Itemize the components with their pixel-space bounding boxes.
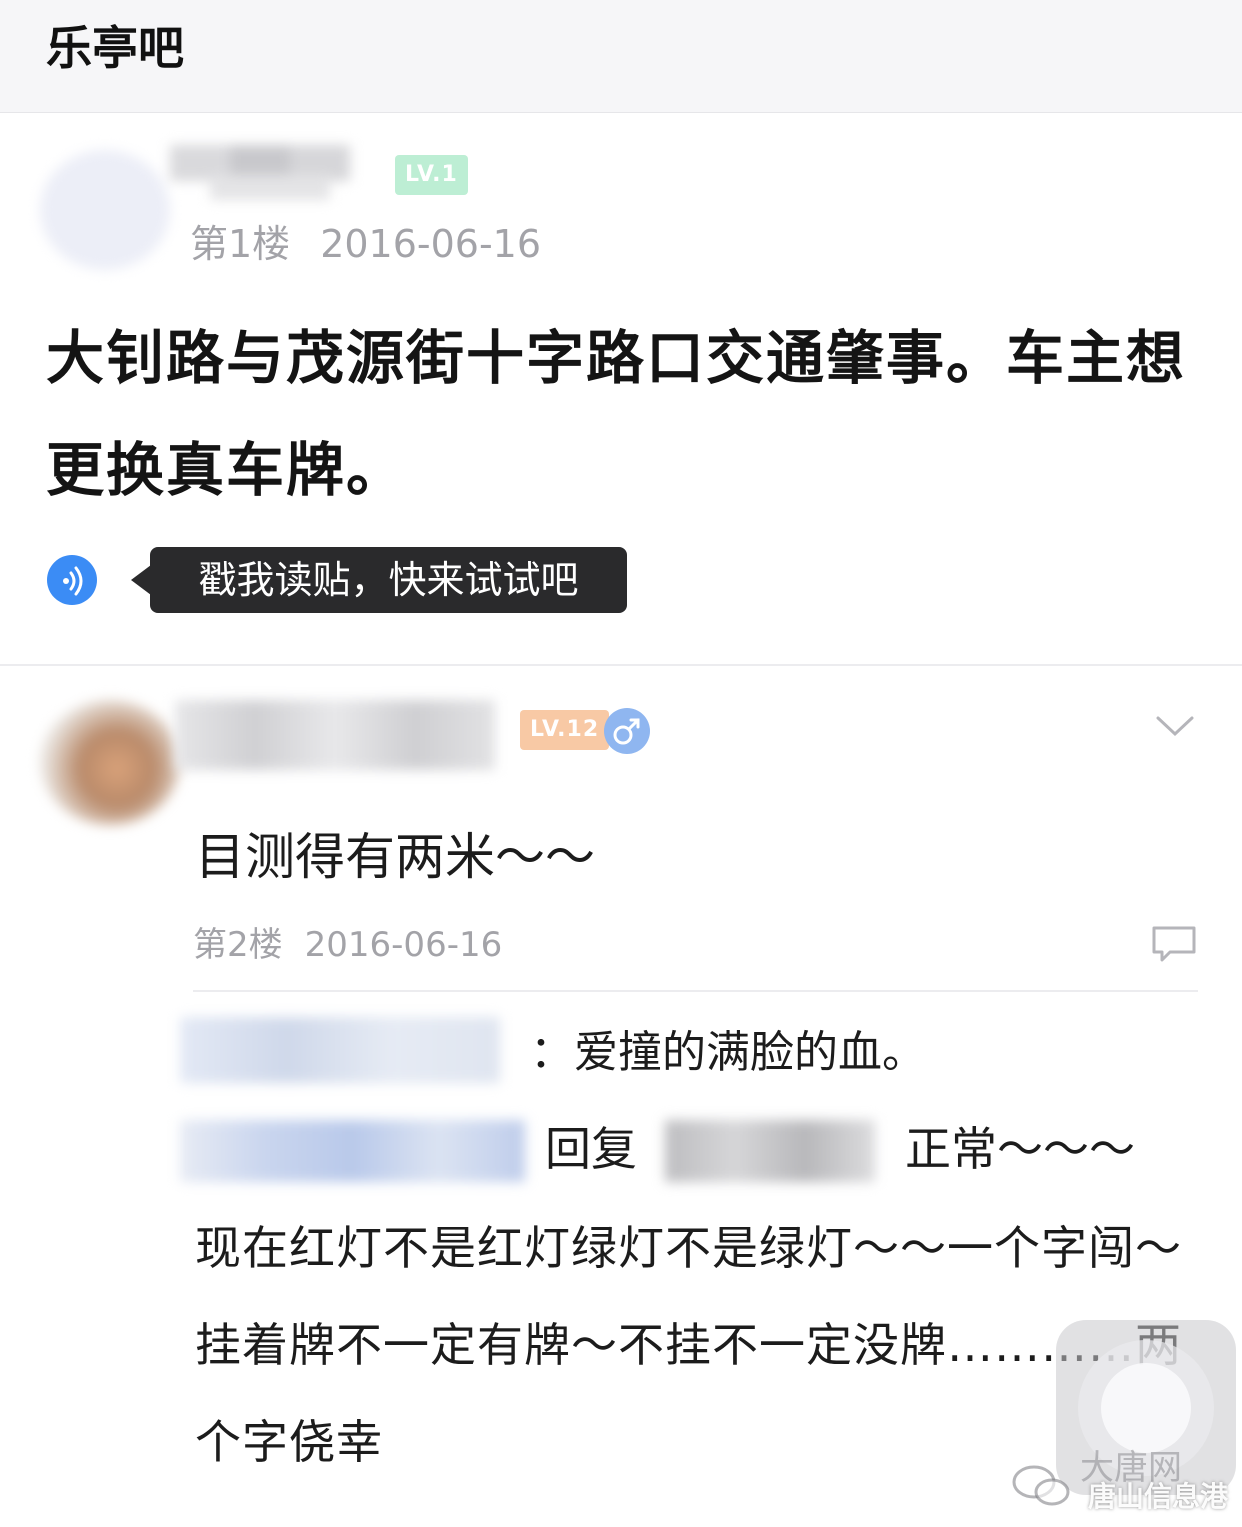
post-title: 大钊路与茂源街十字路口交通肇事。车主想更换真车牌。: [46, 324, 1187, 504]
level-badge: LV.12: [520, 710, 610, 750]
voice-icon[interactable]: [47, 555, 97, 605]
divider: [193, 990, 1198, 992]
reply-target-blurred[interactable]: [665, 1120, 875, 1182]
floor-number: 第1楼: [190, 222, 291, 266]
username-blurred[interactable]: [140, 120, 390, 210]
voice-tooltip[interactable]: 戳我读贴，快来试试吧: [150, 547, 627, 613]
watermark: 大唐网 唐山信息港: [1010, 1440, 1242, 1520]
comment-icon[interactable]: [1150, 924, 1198, 968]
chevron-down-icon[interactable]: [1152, 710, 1198, 744]
reply-date: 2016-06-16: [304, 925, 503, 965]
sub-comment-head: 正常～～～: [905, 1122, 1135, 1176]
reply-content: 目测得有两米～～: [195, 828, 595, 886]
sub-comment: ：爱撞的满脸的血。: [530, 1027, 926, 1078]
wechat-icon: [1010, 1460, 1074, 1514]
divider: [0, 664, 1242, 666]
sub-commenter-blurred[interactable]: [180, 1017, 500, 1083]
post-meta: 第1楼 2016-06-16: [190, 220, 541, 268]
reply-label: 回复: [545, 1122, 637, 1176]
floor-number: 第2楼: [193, 925, 283, 965]
post-date: 2016-06-16: [320, 222, 542, 266]
watermark-line2: 唐山信息港: [1088, 1480, 1229, 1513]
reply-meta: 第2楼 2016-06-16: [193, 922, 502, 968]
avatar[interactable]: [40, 700, 180, 825]
tooltip-arrow: [131, 565, 151, 595]
forum-title[interactable]: 乐亭吧: [46, 18, 184, 78]
gender-male-icon: [604, 708, 650, 754]
username-blurred[interactable]: [175, 700, 495, 770]
top-bar: 乐亭吧: [0, 0, 1242, 113]
level-badge: LV.1: [395, 155, 468, 195]
sub-commenter-blurred[interactable]: [180, 1120, 525, 1182]
